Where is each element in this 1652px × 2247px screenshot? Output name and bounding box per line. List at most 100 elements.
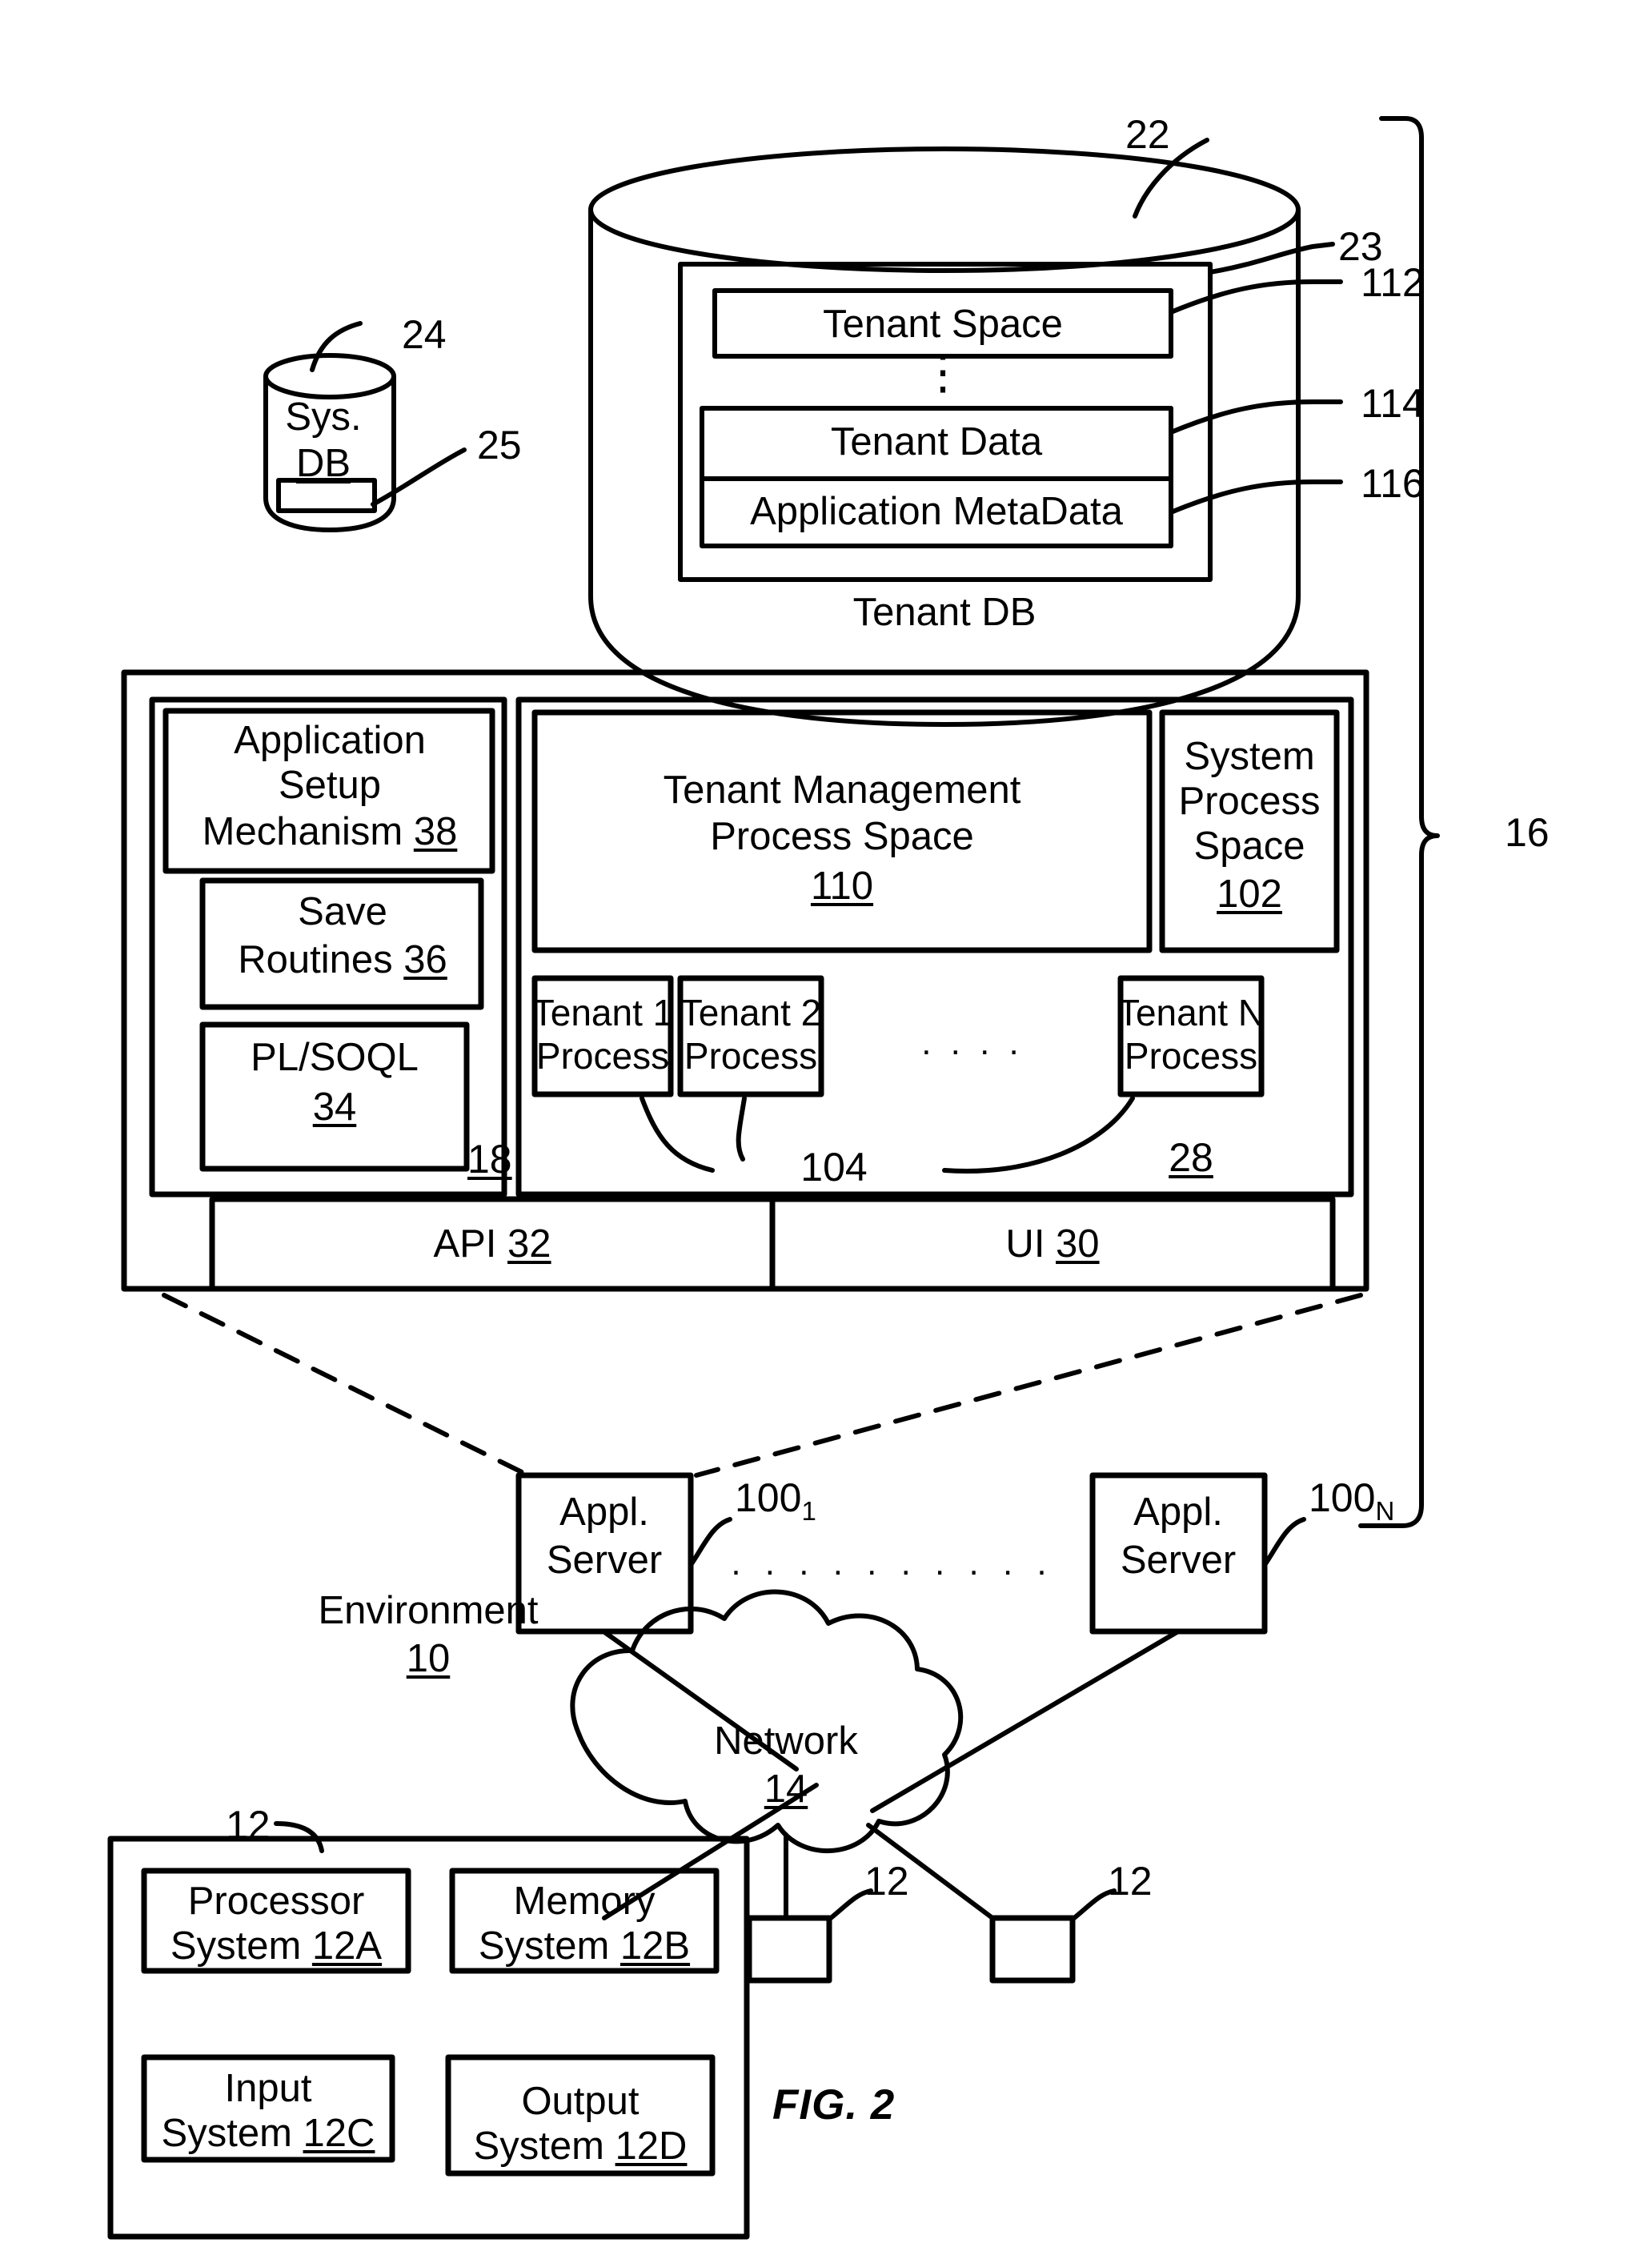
tenant-1-line1: Tenant 1 — [531, 992, 674, 1033]
appl-server-1-line1: Appl. — [559, 1491, 649, 1534]
ref-24: 24 — [402, 312, 447, 357]
leader-104-from-tenant1 — [640, 1096, 715, 1173]
tenant-mgmt-line1: Tenant Management — [663, 768, 1021, 812]
tenant-db-vertical-ellipsis: ⋮ — [919, 345, 967, 399]
tenant-n-line1: Tenant N — [1117, 992, 1265, 1033]
output-system-line2-row: System 12D — [474, 2125, 688, 2169]
leader-100-1 — [688, 1517, 732, 1567]
tenant-n-line2: Process — [1124, 1035, 1258, 1077]
output-system-line1: Output — [521, 2080, 640, 2123]
appl-server-n-line2: Server — [1120, 1539, 1237, 1582]
appl-server-ellipsis: . . . . . . . . . . — [731, 1543, 1054, 1583]
ref-16: 16 — [1505, 810, 1550, 855]
ref-100-1: 100 — [735, 1475, 802, 1520]
ref-12a: 12A — [311, 1924, 383, 1968]
api-label-row: API 32 — [433, 1222, 551, 1266]
sys-db-label-line1: Sys. — [285, 395, 362, 439]
input-system-line2-row: System 12C — [162, 2112, 375, 2156]
ref-112: 112 — [1361, 260, 1425, 305]
network-label: Network — [714, 1719, 858, 1763]
ref-102: 102 — [1217, 873, 1282, 916]
leader-114 — [1169, 399, 1343, 435]
system-process-line2: Process — [1178, 780, 1321, 823]
tenant-1-line2: Process — [535, 1035, 670, 1077]
ref-32: 32 — [507, 1222, 551, 1266]
ref-116: 116 — [1361, 461, 1425, 506]
processor-system-line2: System — [170, 1924, 302, 1968]
output-system-line2: System — [473, 2125, 604, 2168]
tenant-process-ellipsis: . . . . — [921, 1023, 1024, 1062]
ref-34: 34 — [312, 1085, 357, 1129]
ref-114: 114 — [1361, 381, 1425, 426]
ref-12-user-system: 12 — [226, 1803, 271, 1848]
save-routines-line1: Save — [298, 890, 387, 933]
projection-line-right — [694, 1293, 1363, 1478]
leader-100-n — [1262, 1517, 1306, 1567]
leader-104-from-tenant2 — [736, 1096, 747, 1162]
input-system-line2: System — [161, 2112, 292, 2155]
memory-system-line2-row: System 12B — [479, 1924, 690, 1968]
leader-25 — [371, 447, 467, 507]
leader-116 — [1169, 479, 1343, 515]
tenant-2-line1: Tenant 2 — [680, 992, 822, 1033]
figure-caption: FIG. 2 — [772, 2081, 896, 2129]
projection-line-left — [162, 1293, 531, 1478]
other-user-system-1 — [746, 1915, 832, 1984]
ref-14: 14 — [764, 1768, 808, 1811]
ref-18: 18 — [467, 1137, 512, 1182]
ref-22: 22 — [1125, 112, 1170, 157]
ref-25: 25 — [477, 423, 522, 467]
appl-server-1-line2: Server — [546, 1539, 663, 1582]
patent-figure-2: 22 23 112 114 116 Tenant Space ⋮ Tenant … — [0, 0, 1652, 2247]
processor-system-line2-row: System 12A — [170, 1924, 382, 1968]
system-process-line3: Space — [1193, 825, 1305, 868]
tenant-space-label: Tenant Space — [823, 303, 1063, 346]
ref-100-1-subscript: 1 — [801, 1496, 816, 1526]
other-user-system-2 — [989, 1915, 1076, 1984]
memory-system-line1: Memory — [513, 1880, 656, 1923]
memory-system-line2: System — [478, 1924, 610, 1968]
leader-104-from-tenantn — [942, 1096, 1135, 1174]
ui-label-row: UI 30 — [1005, 1222, 1099, 1266]
ref-100-n-subscript: N — [1375, 1496, 1395, 1526]
ref-12d: 12D — [615, 2125, 688, 2168]
ref-100-n: 100 — [1309, 1475, 1376, 1520]
ref-12-client-2: 12 — [1108, 1859, 1153, 1904]
api-label: API — [433, 1222, 497, 1266]
tenant-db-top-ellipse — [588, 146, 1301, 273]
plsoql-line1: PL/SOQL — [251, 1036, 419, 1079]
ref-36: 36 — [403, 938, 447, 981]
ui-label: UI — [1005, 1222, 1045, 1266]
ref-12b: 12B — [620, 1924, 691, 1968]
tenant-data-label: Tenant Data — [830, 420, 1043, 463]
environment-label: Environment — [318, 1589, 539, 1632]
tenant-2-line2: Process — [684, 1035, 818, 1077]
tenant-db-title: Tenant DB — [852, 591, 1037, 634]
ref-12c: 12C — [303, 2112, 375, 2155]
ref-10: 10 — [406, 1637, 451, 1680]
save-routines-line2-row: Routines 36 — [238, 938, 447, 982]
ref-110: 110 — [810, 865, 874, 908]
ref-100-1-row: 1001 — [735, 1475, 816, 1527]
ref-38: 38 — [413, 810, 458, 853]
save-routines-line2: Routines — [238, 938, 393, 981]
application-metadata-label: Application MetaData — [750, 490, 1123, 533]
leader-24 — [310, 321, 363, 372]
tenant-mgmt-line2: Process Space — [710, 815, 974, 858]
system-process-line1: System — [1184, 735, 1315, 778]
ref-100-n-row: 100N — [1309, 1475, 1394, 1527]
app-setup-line3: Mechanism — [202, 810, 403, 853]
processor-system-line1: Processor — [187, 1880, 365, 1923]
app-setup-line3-row: Mechanism 38 — [202, 810, 458, 854]
sys-db-label-line2: DB — [295, 442, 351, 485]
ref-30: 30 — [1056, 1222, 1100, 1266]
ref-28: 28 — [1169, 1135, 1213, 1180]
app-setup-line2: Setup — [278, 764, 382, 807]
ref-104: 104 — [800, 1145, 868, 1190]
sys-db-top-ellipse — [263, 353, 396, 399]
appl-server-n-line1: Appl. — [1133, 1491, 1223, 1534]
input-system-line1: Input — [224, 2067, 312, 2110]
system-bracket-bottom — [1358, 814, 1440, 1528]
ref-12-client-1: 12 — [864, 1859, 909, 1904]
app-setup-line1: Application — [234, 719, 426, 762]
